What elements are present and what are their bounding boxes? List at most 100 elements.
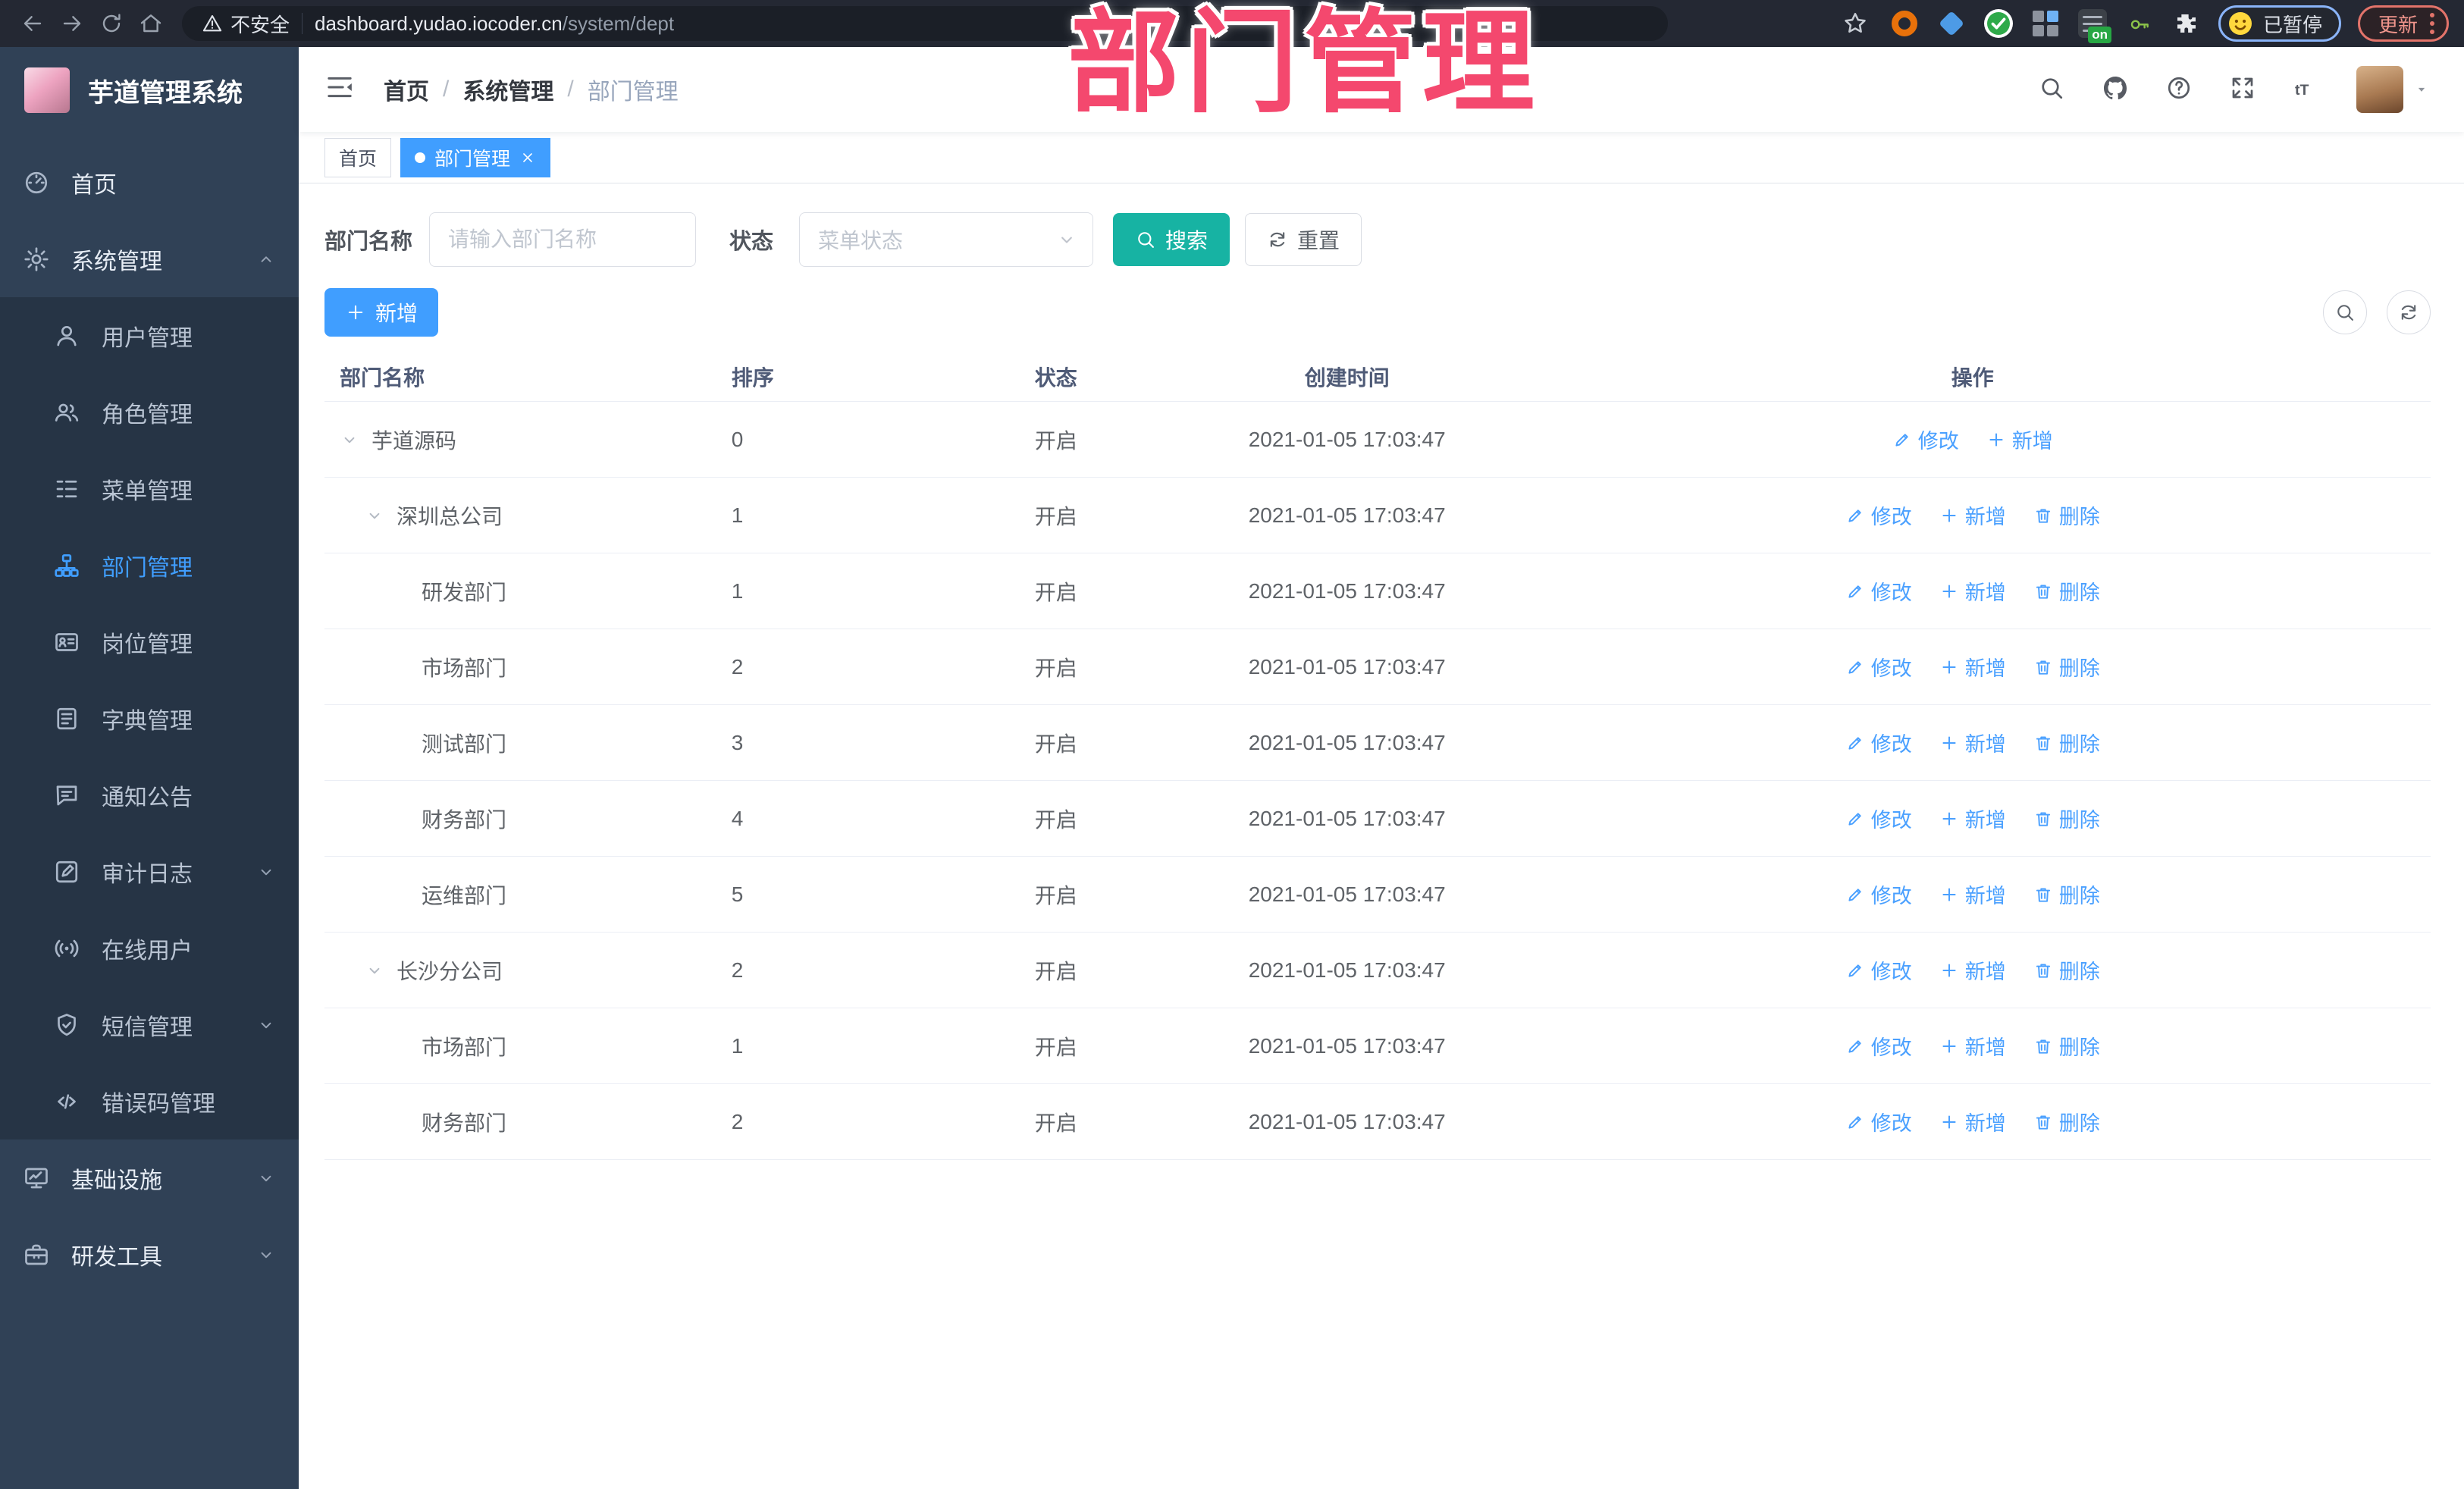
- tab-0[interactable]: 首页: [324, 137, 392, 177]
- profile-paused-chip[interactable]: 已暂停: [2218, 5, 2341, 42]
- sidebar-item-14[interactable]: 研发工具: [0, 1216, 299, 1293]
- help-icon[interactable]: [2165, 74, 2196, 105]
- bookmark-star-icon[interactable]: [1838, 6, 1873, 41]
- delete-link[interactable]: 删除: [2033, 500, 2100, 530]
- github-icon[interactable]: [2102, 74, 2132, 105]
- sidebar-item-3[interactable]: 角色管理: [0, 374, 299, 450]
- add-link[interactable]: 新增: [1939, 1031, 2006, 1061]
- add-button-label: 新增: [375, 302, 419, 325]
- sidebar-item-1[interactable]: 系统管理: [0, 221, 299, 297]
- delete-link[interactable]: 删除: [2033, 1107, 2100, 1136]
- expand-toggle[interactable]: [365, 504, 397, 527]
- fullscreen-icon[interactable]: [2229, 74, 2259, 105]
- add-link[interactable]: 新增: [1986, 425, 2053, 454]
- extension-gem-icon[interactable]: [1936, 8, 1967, 39]
- sidebar-item-13[interactable]: 基础设施: [0, 1139, 299, 1216]
- modify-link[interactable]: 修改: [1845, 500, 1912, 530]
- plus-icon: [1939, 1036, 1959, 1056]
- browser-forward-button[interactable]: [55, 6, 89, 41]
- reset-button[interactable]: 重置: [1245, 213, 1362, 266]
- search-button[interactable]: 搜索: [1113, 213, 1230, 266]
- add-link[interactable]: 新增: [1939, 500, 2006, 530]
- expand-toggle[interactable]: [340, 428, 371, 451]
- add-link[interactable]: 新增: [1939, 955, 2006, 985]
- sidebar-item-2[interactable]: 用户管理: [0, 297, 299, 374]
- delete-label: 删除: [2058, 657, 2100, 680]
- sidebar-item-10[interactable]: 在线用户: [0, 910, 299, 986]
- delete-link[interactable]: 删除: [2033, 652, 2100, 682]
- gear-icon: [23, 246, 50, 273]
- sidebar-collapse-icon[interactable]: [324, 72, 359, 107]
- extension-switch-icon[interactable]: on: [2077, 8, 2111, 43]
- close-icon: [519, 149, 536, 166]
- modify-link[interactable]: 修改: [1845, 879, 1912, 909]
- app-logo[interactable]: 芋道管理系统: [0, 47, 299, 133]
- sidebar-item-5[interactable]: 部门管理: [0, 527, 299, 603]
- browser-reload-button[interactable]: [94, 6, 129, 41]
- font-size-icon[interactable]: [2293, 74, 2323, 105]
- cell-sort: 2: [731, 654, 744, 679]
- cell-department-name: 长沙分公司: [324, 955, 716, 986]
- department-name: 财务部门: [422, 807, 507, 832]
- add-link[interactable]: 新增: [1939, 879, 2006, 909]
- modify-link[interactable]: 修改: [1845, 955, 1912, 985]
- online-icon: [53, 935, 80, 962]
- status-select[interactable]: 菜单状态: [799, 212, 1094, 267]
- sidebar-item-11[interactable]: 短信管理: [0, 986, 299, 1063]
- modify-link[interactable]: 修改: [1892, 425, 1959, 454]
- add-link[interactable]: 新增: [1939, 1107, 2006, 1136]
- breadcrumb-item-0[interactable]: 首页: [384, 73, 429, 106]
- refresh-table-button[interactable]: [2387, 290, 2431, 334]
- breadcrumb-item-1[interactable]: 系统管理: [462, 73, 553, 106]
- sidebar-item-12[interactable]: 错误码管理: [0, 1063, 299, 1139]
- expand-toggle[interactable]: [365, 959, 397, 982]
- modify-link[interactable]: 修改: [1845, 576, 1912, 606]
- department-name-input[interactable]: [429, 212, 697, 267]
- toggle-search-button[interactable]: [2323, 290, 2367, 334]
- add-link[interactable]: 新增: [1939, 804, 2006, 833]
- delete-link[interactable]: 删除: [2033, 804, 2100, 833]
- address-bar[interactable]: 不安全 dashboard.yudao.iocoder.cn/system/de…: [182, 6, 1668, 41]
- extension-green-check-icon[interactable]: [1983, 8, 2014, 39]
- delete-link[interactable]: 删除: [2033, 1031, 2100, 1061]
- browser-update-button[interactable]: 更新: [2357, 5, 2449, 42]
- sidebar-item-label: 字典管理: [102, 708, 193, 734]
- tab-1[interactable]: 部门管理: [400, 137, 551, 177]
- extension-key-icon[interactable]: [2124, 8, 2155, 39]
- add-link[interactable]: 新增: [1939, 728, 2006, 757]
- profile-avatar-emoji-icon: [2227, 10, 2254, 37]
- sidebar-item-9[interactable]: 审计日志: [0, 833, 299, 910]
- chevron-down-icon: [1056, 229, 1077, 250]
- extension-orange-icon[interactable]: [1889, 8, 1920, 39]
- sidebar-item-6[interactable]: 岗位管理: [0, 603, 299, 680]
- add-label: 新增: [1964, 1112, 2006, 1135]
- browser-home-button[interactable]: [133, 6, 168, 41]
- browser-menu-icon[interactable]: [2430, 13, 2434, 34]
- extension-grid-icon[interactable]: [2030, 8, 2061, 39]
- modify-link[interactable]: 修改: [1845, 1107, 1912, 1136]
- sidebar-item-7[interactable]: 字典管理: [0, 680, 299, 757]
- delete-link[interactable]: 删除: [2033, 576, 2100, 606]
- browser-back-button[interactable]: [15, 6, 50, 41]
- toolbox-icon: [23, 1241, 50, 1268]
- extensions-puzzle-icon[interactable]: [2171, 8, 2202, 39]
- add-department-button[interactable]: 新增: [324, 288, 439, 337]
- modify-link[interactable]: 修改: [1845, 728, 1912, 757]
- sidebar-item-4[interactable]: 菜单管理: [0, 450, 299, 527]
- delete-link[interactable]: 删除: [2033, 728, 2100, 757]
- modify-link[interactable]: 修改: [1845, 1031, 1912, 1061]
- modify-link[interactable]: 修改: [1845, 652, 1912, 682]
- header-search-icon[interactable]: [2038, 74, 2068, 105]
- delete-link[interactable]: 删除: [2033, 955, 2100, 985]
- user-menu[interactable]: [2356, 66, 2429, 113]
- sidebar-item-0[interactable]: 首页: [0, 144, 299, 221]
- delete-label: 删除: [2058, 809, 2100, 832]
- delete-link[interactable]: 删除: [2033, 879, 2100, 909]
- department-name-label: 部门名称: [324, 230, 413, 254]
- add-link[interactable]: 新增: [1939, 652, 2006, 682]
- sidebar-item-8[interactable]: 通知公告: [0, 757, 299, 833]
- add-link[interactable]: 新增: [1939, 576, 2006, 606]
- site-security-indicator[interactable]: 不安全: [202, 10, 290, 38]
- plus-icon: [1939, 733, 1959, 753]
- modify-link[interactable]: 修改: [1845, 804, 1912, 833]
